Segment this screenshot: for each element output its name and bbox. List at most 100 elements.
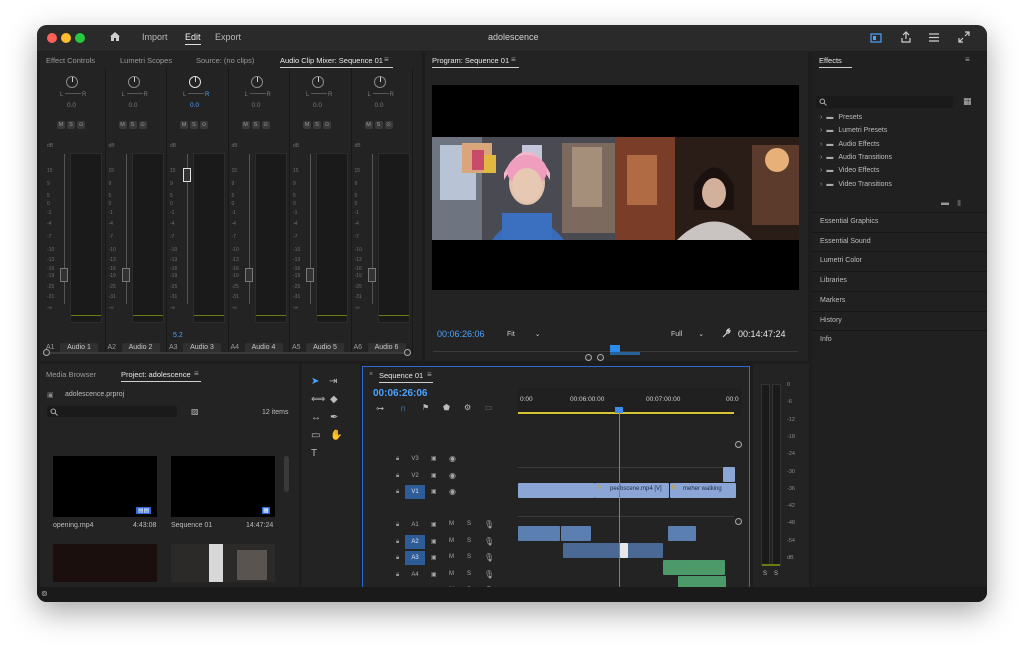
quality-dropdown[interactable]: Full ⌄ bbox=[671, 330, 704, 338]
solo-track-button[interactable]: S bbox=[467, 571, 471, 577]
captions-icon[interactable]: ▭ bbox=[485, 403, 493, 412]
pan-value[interactable]: 0.0 bbox=[129, 102, 138, 109]
mute-button[interactable]: M bbox=[118, 121, 127, 129]
pan-knob-icon[interactable] bbox=[373, 76, 386, 88]
lock-icon[interactable]: 🔒︎ bbox=[396, 555, 399, 562]
audio-clip-a2-1[interactable] bbox=[518, 526, 560, 541]
mute-button[interactable]: M bbox=[303, 121, 311, 129]
effects-section[interactable]: Essential Graphics bbox=[812, 212, 987, 231]
sync-lock-icon[interactable]: ▣ bbox=[431, 455, 437, 462]
lock-icon[interactable]: 🔒︎ bbox=[396, 572, 399, 579]
lock-icon[interactable]: 🔒︎ bbox=[396, 539, 399, 546]
work-area-bar[interactable] bbox=[518, 412, 734, 414]
add-marker-timeline-icon[interactable]: ⬟ bbox=[443, 403, 450, 412]
mute-button[interactable]: M bbox=[57, 121, 65, 129]
track-id[interactable]: V3 bbox=[405, 452, 425, 466]
home-icon[interactable] bbox=[109, 31, 121, 42]
effects-folder[interactable]: › ▬ Video Effects bbox=[820, 167, 879, 174]
pan-value[interactable]: 0.0 bbox=[190, 102, 199, 109]
track-id[interactable]: A1 bbox=[405, 518, 425, 532]
tab-media-browser[interactable]: Media Browser bbox=[46, 370, 96, 379]
volume-fader[interactable] bbox=[367, 268, 376, 282]
effects-search-input[interactable] bbox=[816, 96, 953, 108]
sequence-thumbnail[interactable]: ▦ bbox=[171, 456, 275, 517]
track-select-tool-icon[interactable]: ⇥ bbox=[329, 376, 337, 387]
new-folder-icon[interactable]: ▬ bbox=[941, 198, 949, 207]
volume-fader[interactable] bbox=[306, 268, 314, 282]
project-search-input[interactable] bbox=[47, 406, 177, 417]
track-id[interactable]: V2 bbox=[405, 469, 425, 483]
tab-lumetri-scopes[interactable]: Lumetri Scopes bbox=[120, 56, 172, 65]
tab-effect-controls[interactable]: Effect Controls bbox=[46, 56, 95, 65]
video-clip-v3[interactable] bbox=[723, 467, 735, 482]
record-button[interactable]: ⊙ bbox=[261, 121, 270, 129]
solo-button[interactable]: S bbox=[313, 121, 321, 129]
sync-lock-icon[interactable]: ▣ bbox=[431, 571, 437, 578]
mute-track-button[interactable]: M bbox=[449, 538, 454, 544]
audio-clip-a4[interactable] bbox=[663, 560, 725, 575]
new-bin-icon[interactable]: ▦ bbox=[963, 96, 972, 107]
minimize-window-button[interactable] bbox=[61, 33, 71, 43]
wrench-icon[interactable] bbox=[721, 328, 731, 338]
audio-clip-a3[interactable] bbox=[563, 543, 663, 558]
effects-folder[interactable]: › ▬ Video Transitions bbox=[820, 181, 892, 188]
sync-lock-icon[interactable]: ▣ bbox=[431, 488, 437, 495]
mixer-scroll-left[interactable] bbox=[43, 349, 50, 356]
mute-track-button[interactable]: M bbox=[449, 571, 454, 577]
pan-value[interactable]: 0.0 bbox=[313, 102, 322, 109]
track-id[interactable]: A4 bbox=[405, 568, 425, 582]
mic-icon[interactable]: 🎙︎ bbox=[484, 553, 494, 562]
effects-section[interactable]: Libraries bbox=[812, 271, 987, 290]
mute-button[interactable]: M bbox=[364, 121, 373, 129]
solo-button[interactable]: S bbox=[190, 121, 198, 129]
mute-track-button[interactable]: M bbox=[449, 521, 454, 527]
panel-menu-icon[interactable]: ≡ bbox=[384, 55, 389, 64]
solo-button[interactable]: S bbox=[67, 121, 75, 129]
record-button[interactable]: ⊙ bbox=[138, 121, 147, 129]
eye-icon[interactable]: ◉ bbox=[449, 487, 456, 496]
fit-dropdown[interactable]: Fit ⌄ bbox=[507, 330, 541, 338]
fader-value[interactable]: 5.2 bbox=[173, 332, 183, 339]
record-button[interactable]: ⊙ bbox=[323, 121, 331, 129]
trash-icon[interactable]: ▮ bbox=[957, 198, 961, 207]
pan-knob-icon[interactable] bbox=[250, 76, 263, 88]
mic-icon[interactable]: 🎙︎ bbox=[484, 520, 494, 529]
v-scroll-handle-top[interactable] bbox=[735, 441, 742, 448]
close-sequence-icon[interactable]: × bbox=[369, 371, 373, 378]
project-thumbnail-4[interactable] bbox=[171, 544, 275, 582]
effects-folder[interactable]: › ▬ Presets bbox=[820, 114, 862, 121]
pan-knob-icon[interactable] bbox=[127, 76, 140, 88]
status-icon[interactable]: ⊚ bbox=[41, 589, 48, 598]
program-video-frame[interactable] bbox=[432, 85, 799, 290]
selection-tool-icon[interactable]: ➤ bbox=[311, 376, 319, 387]
track-id[interactable]: A2 bbox=[405, 534, 425, 549]
project-menu-icon[interactable]: ≡ bbox=[194, 369, 199, 378]
linked-selection-icon[interactable]: ⚑ bbox=[422, 403, 429, 412]
solo-track-button[interactable]: S bbox=[467, 538, 471, 544]
sync-lock-icon[interactable]: ▣ bbox=[431, 554, 437, 561]
lock-icon[interactable]: 🔒︎ bbox=[396, 456, 399, 463]
zoom-handle-right[interactable] bbox=[597, 354, 604, 361]
snap-icon[interactable]: ∩ bbox=[400, 403, 406, 413]
timeline-playhead-line[interactable] bbox=[619, 411, 620, 596]
volume-fader[interactable] bbox=[244, 268, 253, 282]
pan-value[interactable]: 0.0 bbox=[67, 102, 76, 109]
program-playhead[interactable] bbox=[610, 345, 620, 352]
razor-tool-icon[interactable]: ◆ bbox=[330, 394, 338, 405]
mute-button[interactable]: M bbox=[180, 121, 188, 129]
timeline-timecode[interactable]: 00:06:26:06 bbox=[373, 388, 427, 399]
project-thumbnail-3[interactable] bbox=[53, 544, 157, 582]
lock-icon[interactable]: 🔒︎ bbox=[396, 489, 399, 496]
zoom-handle-left[interactable] bbox=[585, 354, 592, 361]
opening-thumbnail[interactable]: ▤▤ bbox=[53, 456, 157, 517]
track-id[interactable]: V1 bbox=[405, 485, 425, 499]
effects-folder[interactable]: › ▬ Lumetri Presets bbox=[820, 127, 887, 134]
program-current-timecode[interactable]: 00:06:26:06 bbox=[437, 329, 485, 339]
pan-value[interactable]: 0.0 bbox=[375, 102, 384, 109]
eye-icon[interactable]: ◉ bbox=[449, 471, 456, 480]
fullscreen-icon[interactable] bbox=[958, 31, 970, 43]
effects-folder[interactable]: › ▬ Audio Effects bbox=[820, 141, 879, 148]
panels-icon[interactable] bbox=[928, 32, 940, 43]
mixer-scrollbar[interactable] bbox=[50, 352, 406, 354]
solo-button[interactable]: S bbox=[374, 121, 383, 129]
